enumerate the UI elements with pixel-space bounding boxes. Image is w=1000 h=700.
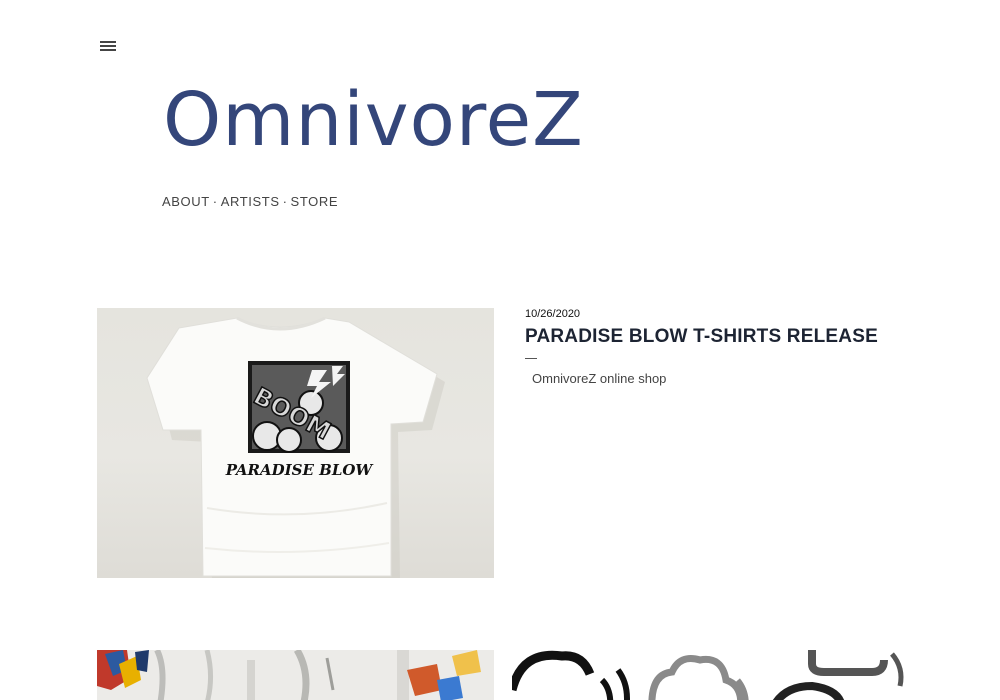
- nav-item-artists[interactable]: ARTISTS: [221, 194, 280, 209]
- hamburger-menu-icon[interactable]: [96, 36, 120, 56]
- main-nav: ABOUT · ARTISTS · STORE: [162, 194, 338, 209]
- page: OmnivoreZ ABOUT · ARTISTS · STORE BOOM P…: [0, 0, 1000, 700]
- nav-item-store[interactable]: STORE: [291, 194, 339, 209]
- shirt-print-text: PARADISE BLOW: [225, 461, 375, 479]
- nav-separator: ·: [282, 194, 288, 209]
- post-featured-image[interactable]: BOOM PARADISE BLOW: [97, 308, 494, 578]
- site-logo[interactable]: OmnivoreZ: [163, 72, 584, 168]
- post-divider: [525, 358, 537, 359]
- nav-separator: ·: [212, 194, 218, 209]
- cloud-artwork: [512, 650, 904, 700]
- nav-item-about[interactable]: ABOUT: [162, 194, 210, 209]
- post-thumbnail-left[interactable]: [97, 650, 494, 700]
- post-thumbnail-right[interactable]: [512, 650, 908, 700]
- post-title[interactable]: PARADISE BLOW T-SHIRTS RELEASE: [525, 326, 878, 348]
- tshirt-photo: BOOM PARADISE BLOW: [146, 316, 445, 578]
- post-excerpt: OmnivoreZ online shop: [532, 371, 667, 386]
- artwork-photo: [97, 650, 494, 700]
- post-date: 10/26/2020: [525, 308, 581, 320]
